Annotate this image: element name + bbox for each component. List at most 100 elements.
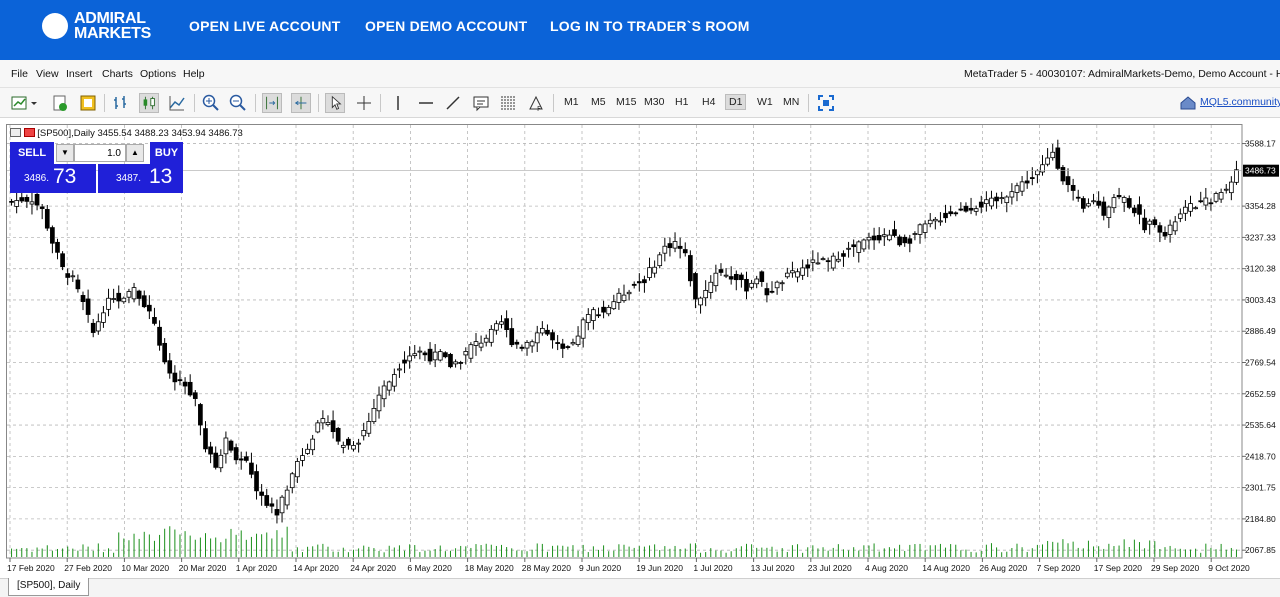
timeframe-m30[interactable]: M30 bbox=[644, 96, 664, 108]
open-demo-account-link[interactable]: OPEN DEMO ACCOUNT bbox=[365, 18, 527, 34]
candle-bullish bbox=[534, 332, 540, 344]
buy-price[interactable]: 3487. 13 bbox=[98, 164, 183, 193]
fullscreen-icon[interactable] bbox=[816, 93, 836, 113]
y-tick-label: 2301.75 bbox=[1245, 483, 1276, 493]
candle-bearish bbox=[876, 235, 882, 241]
x-tick-label: 7 Sep 2020 bbox=[1037, 563, 1081, 573]
x-tick-label: 28 May 2020 bbox=[522, 563, 571, 573]
chart-tab-sp500-daily[interactable]: [SP500], Daily bbox=[8, 578, 90, 596]
chevron-down-icon[interactable] bbox=[28, 93, 40, 113]
candle-bearish bbox=[19, 197, 25, 202]
timeframe-m5[interactable]: M5 bbox=[591, 96, 606, 108]
zoom-out-icon[interactable] bbox=[228, 93, 248, 113]
bar-chart-icon[interactable] bbox=[111, 93, 131, 113]
volume-input[interactable] bbox=[74, 144, 126, 162]
x-tick-label: 26 Aug 2020 bbox=[979, 563, 1027, 573]
candle-bearish bbox=[187, 381, 193, 396]
candle-bullish bbox=[570, 342, 576, 345]
timeframe-h4[interactable]: H4 bbox=[702, 96, 715, 108]
candle-bullish bbox=[1213, 193, 1219, 202]
candle-bullish bbox=[662, 245, 668, 254]
candle-bearish bbox=[233, 447, 239, 461]
timeframe-h1[interactable]: H1 bbox=[675, 96, 688, 108]
candle-bullish bbox=[800, 267, 805, 276]
toolbar-separator bbox=[194, 94, 195, 112]
timeframe-w1[interactable]: W1 bbox=[757, 96, 773, 108]
candle-bullish bbox=[453, 361, 458, 365]
open-live-account-link[interactable]: OPEN LIVE ACCOUNT bbox=[189, 18, 340, 34]
community-icon[interactable] bbox=[1178, 93, 1198, 113]
candle-bearish bbox=[136, 290, 142, 299]
timeframe-m15[interactable]: M15 bbox=[616, 96, 636, 108]
buy-price-major: 3487. bbox=[116, 173, 142, 184]
sell-price-major: 3486. bbox=[24, 173, 50, 184]
menu-file[interactable]: File bbox=[11, 68, 28, 80]
timeframe-d1[interactable]: D1 bbox=[725, 94, 747, 110]
price-chart[interactable]: 3588.17 3354.28 3237.33 3120.38 3003.43 2886.… bbox=[6, 124, 1280, 580]
buy-button[interactable]: BUY bbox=[150, 142, 183, 164]
cursor-icon[interactable] bbox=[325, 93, 345, 113]
x-tick-label: 27 Feb 2020 bbox=[64, 563, 112, 573]
zoom-in-icon[interactable] bbox=[201, 93, 221, 113]
market-watch-icon[interactable] bbox=[78, 93, 98, 113]
chart-svg[interactable]: 3588.17 3354.28 3237.33 3120.38 3003.43 2886.… bbox=[6, 124, 1280, 580]
candle-bullish bbox=[1203, 197, 1209, 206]
mql5-community-link[interactable]: MQL5.community bbox=[1200, 96, 1280, 108]
fibonacci-icon[interactable] bbox=[498, 93, 518, 113]
candle-bullish bbox=[836, 258, 841, 262]
candle-bearish bbox=[948, 211, 953, 215]
timeframe-m1[interactable]: M1 bbox=[564, 96, 579, 108]
horizontal-line-icon[interactable] bbox=[416, 93, 436, 113]
trendline-icon[interactable] bbox=[443, 93, 463, 113]
candle-bearish bbox=[346, 438, 351, 446]
candle-bearish bbox=[744, 278, 749, 292]
timeframe-mn[interactable]: MN bbox=[783, 96, 799, 108]
login-traders-room-link[interactable]: LOG IN TO TRADER`S ROOM bbox=[550, 18, 750, 34]
crosshair-icon[interactable] bbox=[354, 93, 374, 113]
candle-bullish bbox=[131, 287, 137, 300]
candle-bearish bbox=[443, 352, 448, 358]
candle-bearish bbox=[228, 440, 234, 451]
candle-bearish bbox=[1024, 180, 1030, 184]
candle-bullish bbox=[749, 282, 754, 288]
candlestick-icon[interactable] bbox=[139, 93, 159, 113]
candle-bearish bbox=[718, 269, 724, 273]
new-chart-icon[interactable] bbox=[10, 93, 30, 113]
candle-bearish bbox=[177, 379, 183, 382]
sell-price[interactable]: 3486. 73 bbox=[10, 164, 96, 193]
candle-bullish bbox=[1193, 207, 1198, 210]
volume-up-button[interactable]: ▲ bbox=[126, 144, 144, 162]
candle-bearish bbox=[1126, 198, 1132, 208]
candle-bearish bbox=[65, 273, 71, 278]
chart-shift-icon[interactable] bbox=[291, 93, 311, 113]
menu-help[interactable]: Help bbox=[183, 68, 205, 80]
shapes-icon[interactable]: F bbox=[526, 93, 546, 113]
line-chart-icon[interactable] bbox=[167, 93, 187, 113]
candle-bullish bbox=[647, 267, 652, 278]
menu-view[interactable]: View bbox=[36, 68, 59, 80]
candle-bearish bbox=[34, 193, 40, 206]
candle-bullish bbox=[478, 342, 484, 348]
sell-button[interactable]: SELL bbox=[10, 142, 54, 164]
menu-options[interactable]: Options bbox=[140, 68, 176, 80]
menu-charts[interactable]: Charts bbox=[102, 68, 133, 80]
admiral-markets-logo[interactable]: ADMIRAL MARKETS bbox=[42, 11, 152, 42]
candle-bullish bbox=[524, 342, 530, 349]
candle-bullish bbox=[488, 328, 494, 343]
x-tick-label: 17 Sep 2020 bbox=[1094, 563, 1142, 573]
volume-down-button[interactable]: ▼ bbox=[56, 144, 74, 162]
profiles-icon[interactable] bbox=[50, 93, 70, 113]
candle-bullish bbox=[575, 335, 581, 345]
candle-bearish bbox=[688, 255, 693, 282]
text-icon[interactable] bbox=[471, 93, 491, 113]
menu-insert[interactable]: Insert bbox=[66, 68, 92, 80]
candle-bullish bbox=[917, 224, 923, 235]
candle-bullish bbox=[315, 422, 321, 433]
vertical-line-icon[interactable] bbox=[388, 93, 408, 113]
candle-bearish bbox=[851, 244, 857, 248]
candle-bearish bbox=[213, 452, 219, 468]
candle-bearish bbox=[560, 343, 566, 349]
candle-bearish bbox=[1157, 225, 1163, 233]
y-tick-label: 2418.70 bbox=[1245, 451, 1276, 461]
autoscroll-icon[interactable] bbox=[262, 93, 282, 113]
